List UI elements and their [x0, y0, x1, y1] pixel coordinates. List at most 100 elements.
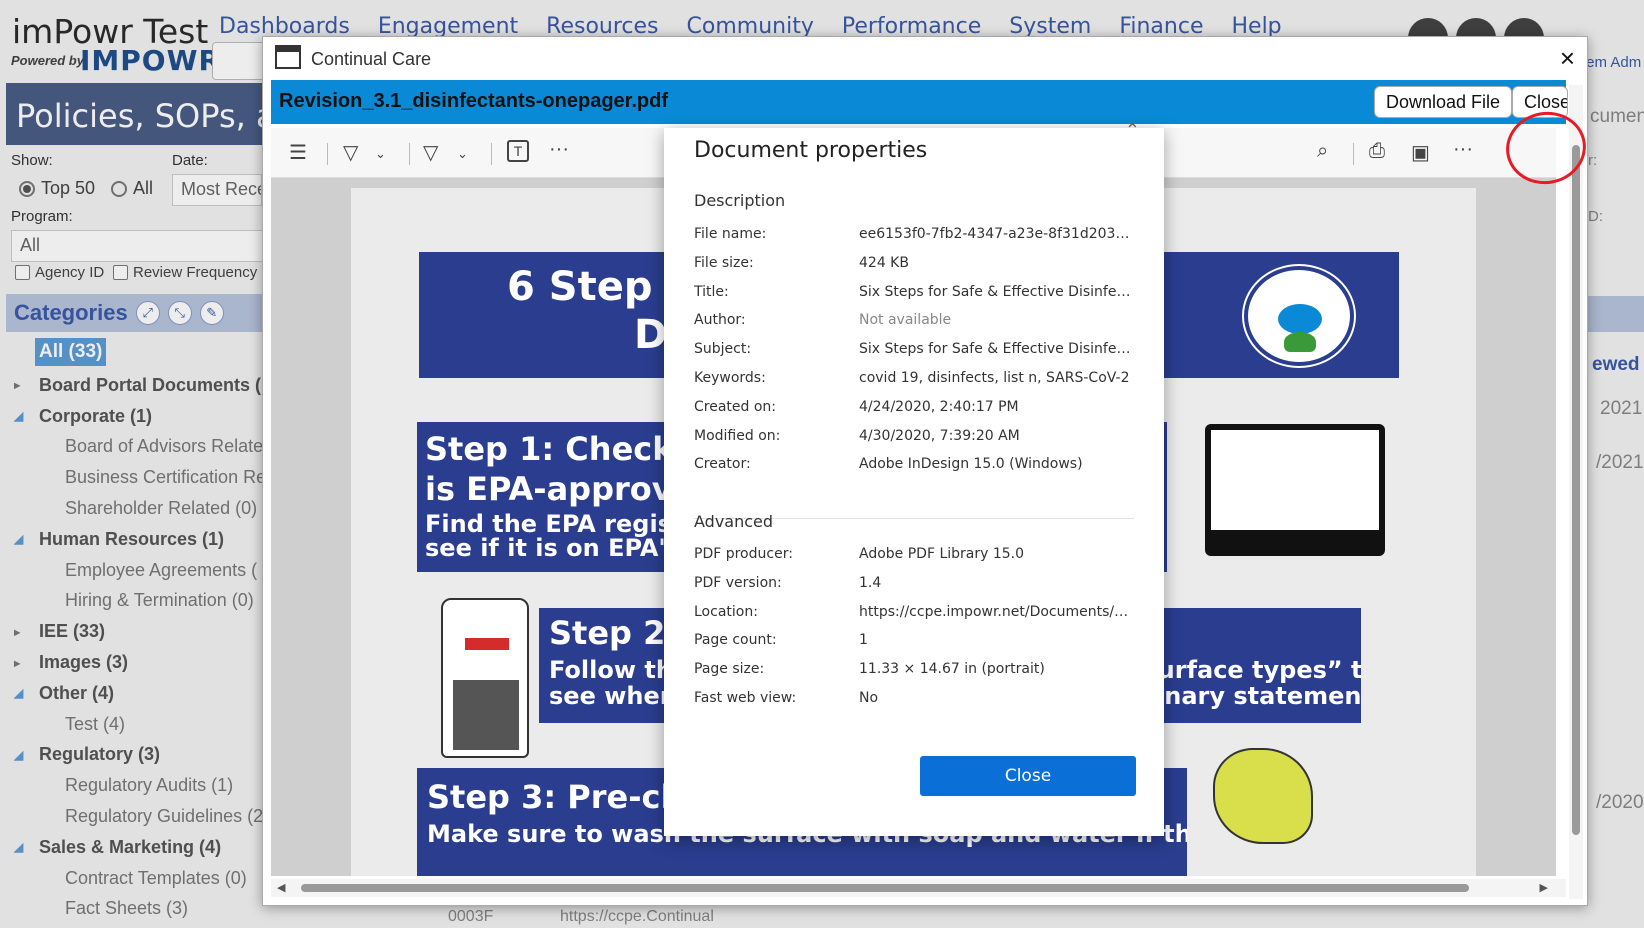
tree-item-label: Hiring & Termination (0): [65, 590, 254, 611]
collapsed-triangle-icon[interactable]: ▸: [14, 378, 20, 392]
property-key: PDF version:: [694, 574, 782, 591]
property-value: Six Steps for Safe & Effective Disinfect…: [859, 341, 1134, 358]
tree-category[interactable]: ◢ Regulatory (3): [14, 740, 264, 771]
bottom-row-link[interactable]: https://ccpe.Continual: [560, 908, 714, 926]
program-select[interactable]: All: [11, 230, 264, 262]
horizontal-scrollbar[interactable]: ◀ ▶: [271, 879, 1566, 897]
tree-subcategory[interactable]: Regulatory Guidelines (2: [14, 801, 264, 832]
radio-top50[interactable]: Top 50: [19, 178, 95, 199]
powered-by-label: Powered by: [11, 53, 84, 68]
tree-subcategory[interactable]: Board of Advisors Relate: [14, 432, 264, 463]
property-value: Six Steps for Safe & Effective Disinfect…: [859, 283, 1134, 300]
tree-item-label: Corporate (1): [39, 405, 153, 426]
edit-icon[interactable]: ✎: [199, 301, 224, 325]
row-date-2: /2021: [1596, 452, 1644, 473]
property-row: Page count: 1: [694, 632, 1134, 662]
property-value: 1.4: [859, 574, 882, 591]
pdf-step1-line2: is EPA-approv: [425, 470, 673, 508]
tree-category[interactable]: ▸ Images (3): [14, 647, 264, 678]
category-tree: ▸ Board Portal Documents ( ◢ Corporate (1) B…: [14, 370, 264, 924]
horizontal-scroll-thumb[interactable]: [301, 884, 1469, 892]
property-key: Modified on:: [694, 427, 781, 444]
tree-item-label: Regulatory Audits (1): [65, 775, 234, 796]
expanded-triangle-icon[interactable]: ◢: [14, 748, 23, 762]
tree-item-label: Regulatory (3): [39, 744, 161, 765]
modal-title: Continual Care: [311, 49, 432, 69]
collapsed-triangle-icon[interactable]: ▸: [14, 656, 20, 670]
pdf-heading-line1: 6 Step: [507, 264, 653, 310]
search-icon[interactable]: ⌕: [1317, 140, 1328, 163]
draw-icon[interactable]: ▽: [423, 140, 438, 165]
vertical-scrollbar[interactable]: [1569, 85, 1583, 899]
tree-item-label: Human Resources (1): [39, 528, 225, 549]
spray-bottle-label: [453, 680, 519, 750]
computer-illustration: [1205, 424, 1385, 556]
tree-item-label: Other (4): [39, 682, 115, 703]
tree-category[interactable]: ▸ IEE (33): [14, 616, 264, 647]
list-icon[interactable]: ☰: [289, 140, 307, 165]
expand-all-icon[interactable]: ⤢: [135, 301, 160, 325]
property-row: PDF producer: Adobe PDF Library 15.0: [694, 546, 1134, 576]
tree-subcategory[interactable]: Test (4): [14, 709, 264, 740]
tree-category[interactable]: ◢ Sales & Marketing (4): [14, 832, 264, 863]
more-icon[interactable]: ···: [549, 138, 569, 161]
property-key: Location:: [694, 603, 758, 620]
scroll-left-icon[interactable]: ◀: [277, 881, 285, 894]
text-icon[interactable]: T: [507, 140, 529, 162]
tree-subcategory[interactable]: Regulatory Audits (1): [14, 770, 264, 801]
vertical-scroll-thumb[interactable]: [1572, 145, 1580, 835]
property-value: No: [859, 690, 879, 706]
categories-header: Categories ⤢ ⤡ ✎: [6, 294, 264, 332]
property-key: PDF producer:: [694, 546, 793, 562]
download-file-button[interactable]: Download File: [1374, 86, 1513, 118]
checkbox-icon: [15, 265, 30, 280]
properties-close-button[interactable]: Close: [920, 756, 1136, 796]
property-row: Created on: 4/24/2020, 2:40:17 PM: [694, 399, 1134, 429]
chevron-down-icon[interactable]: ⌄: [457, 146, 468, 162]
tree-category[interactable]: ◢ Corporate (1): [14, 401, 264, 432]
tree-item-label: Test (4): [65, 713, 126, 734]
collapse-all-icon[interactable]: ⤡: [167, 301, 192, 325]
review-frequency-checkbox[interactable]: Review Frequency: [113, 264, 257, 281]
expanded-triangle-icon[interactable]: ◢: [14, 840, 23, 854]
property-key: Page size:: [694, 661, 765, 678]
property-row: Fast web view: No: [694, 690, 1134, 720]
save-icon[interactable]: ▣: [1411, 140, 1430, 165]
right-label-1: r:: [1588, 152, 1598, 169]
tree-subcategory[interactable]: Fact Sheets (3): [14, 894, 264, 925]
tree-subcategory[interactable]: Employee Agreements (: [14, 555, 264, 586]
tree-subcategory[interactable]: Shareholder Related (0): [14, 493, 264, 524]
property-key: Page count:: [694, 632, 777, 649]
more-options-icon[interactable]: ···: [1453, 138, 1473, 161]
radio-checked-icon: [19, 180, 35, 197]
chevron-down-icon[interactable]: ⌄: [375, 146, 386, 162]
property-row: Keywords: covid 19, disinfects, list n, S…: [694, 370, 1134, 400]
tree-subcategory[interactable]: Business Certification Re: [14, 462, 264, 493]
agency-id-checkbox[interactable]: Agency ID: [15, 264, 104, 281]
tree-category[interactable]: ▸ Board Portal Documents (: [14, 370, 264, 401]
print-icon[interactable]: ⎙: [1369, 140, 1385, 163]
tree-category[interactable]: ◢ Other (4): [14, 678, 264, 709]
date-label: Date:: [172, 152, 208, 169]
property-key: Fast web view:: [694, 690, 797, 706]
radio-all[interactable]: All: [111, 178, 153, 199]
property-value: 4/30/2020, 7:39:20 AM: [859, 427, 1020, 444]
category-all[interactable]: All (33): [35, 338, 107, 366]
system-admin-link[interactable]: tem Adm: [1582, 54, 1641, 71]
date-select[interactable]: Most Rece: [172, 174, 262, 206]
expanded-triangle-icon[interactable]: ◢: [14, 686, 23, 700]
collapsed-triangle-icon[interactable]: ▸: [14, 625, 20, 639]
dialog-close-icon[interactable]: ⌃: [1125, 120, 1140, 141]
scroll-right-icon[interactable]: ▶: [1540, 881, 1548, 894]
modal-close-icon[interactable]: ×: [1560, 43, 1575, 74]
column-header-viewed: ewed: [1592, 354, 1640, 375]
tree-subcategory[interactable]: Contract Templates (0): [14, 863, 264, 894]
tree-category[interactable]: ◢ Human Resources (1): [14, 524, 264, 555]
epa-seal: [1244, 266, 1354, 366]
bottom-row-id: 0003F: [448, 908, 494, 925]
property-row: File name: ee6153f0-7fb2-4347-a23e-8f31d2…: [694, 226, 1134, 256]
tree-subcategory[interactable]: Hiring & Termination (0): [14, 586, 264, 617]
highlight-icon[interactable]: ▽: [343, 140, 358, 165]
expanded-triangle-icon[interactable]: ◢: [14, 532, 23, 546]
expanded-triangle-icon[interactable]: ◢: [14, 409, 23, 423]
